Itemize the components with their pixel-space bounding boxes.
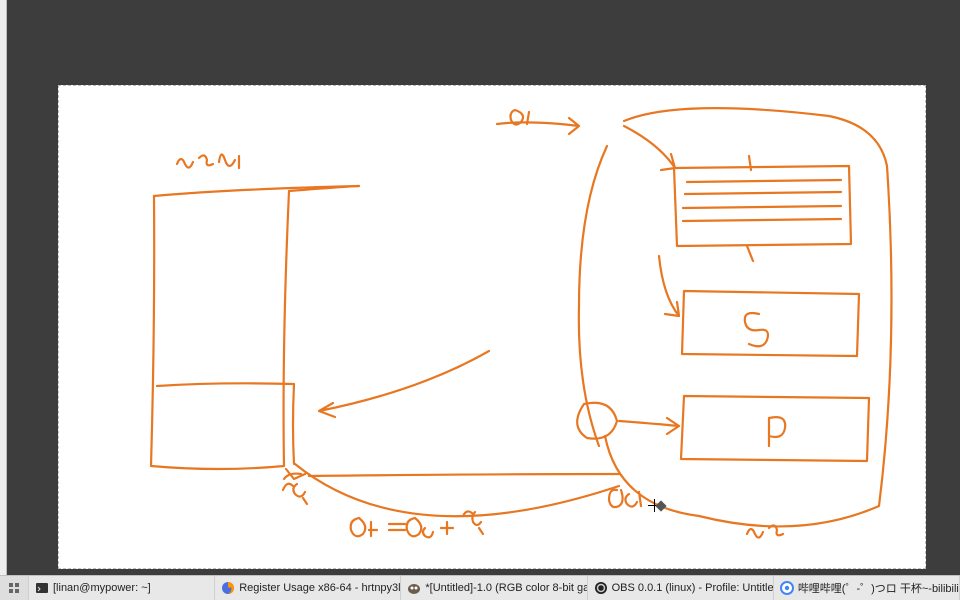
taskbar-item-label: *[Untitled]-1.0 (RGB color 8-bit ga...	[425, 582, 587, 594]
taskbar-launcher[interactable]	[0, 576, 29, 600]
terminal-icon	[35, 581, 49, 595]
taskbar-item-label: 哔哩哔哩(゜-゜)つロ 干杯~-bilibili-...	[798, 580, 960, 596]
taskbar-item-obs[interactable]: OBS 0.0.1 (linux) - Profile: Untitled ..…	[588, 576, 774, 600]
taskbar-item-label: [linan@mypower: ~]	[53, 582, 151, 594]
sketch-drawing	[59, 86, 925, 568]
taskbar-item-label: Register Usage x86-64 - hrtnpy3lt...	[239, 582, 401, 594]
taskbar-item-firefox[interactable]: Register Usage x86-64 - hrtnpy3lt...	[215, 576, 401, 600]
taskbar: [linan@mypower: ~] Register Usage x86-64…	[0, 575, 960, 600]
taskbar-item-terminal[interactable]: [linan@mypower: ~]	[29, 576, 215, 600]
taskbar-item-label: OBS 0.0.1 (linux) - Profile: Untitled ..…	[612, 582, 774, 594]
taskbar-item-gimp[interactable]: *[Untitled]-1.0 (RGB color 8-bit ga...	[401, 576, 587, 600]
taskbar-item-chrome[interactable]: 哔哩哔哩(゜-゜)つロ 干杯~-bilibili-...	[774, 576, 960, 600]
obs-icon	[594, 581, 608, 595]
chrome-icon	[780, 581, 794, 595]
desktop: [linan@mypower: ~] Register Usage x86-64…	[0, 0, 960, 600]
gimp-icon	[407, 581, 421, 595]
ruler-vertical	[0, 0, 7, 576]
launcher-icon	[7, 581, 21, 595]
firefox-icon	[221, 581, 235, 595]
gimp-canvas[interactable]	[58, 85, 926, 569]
